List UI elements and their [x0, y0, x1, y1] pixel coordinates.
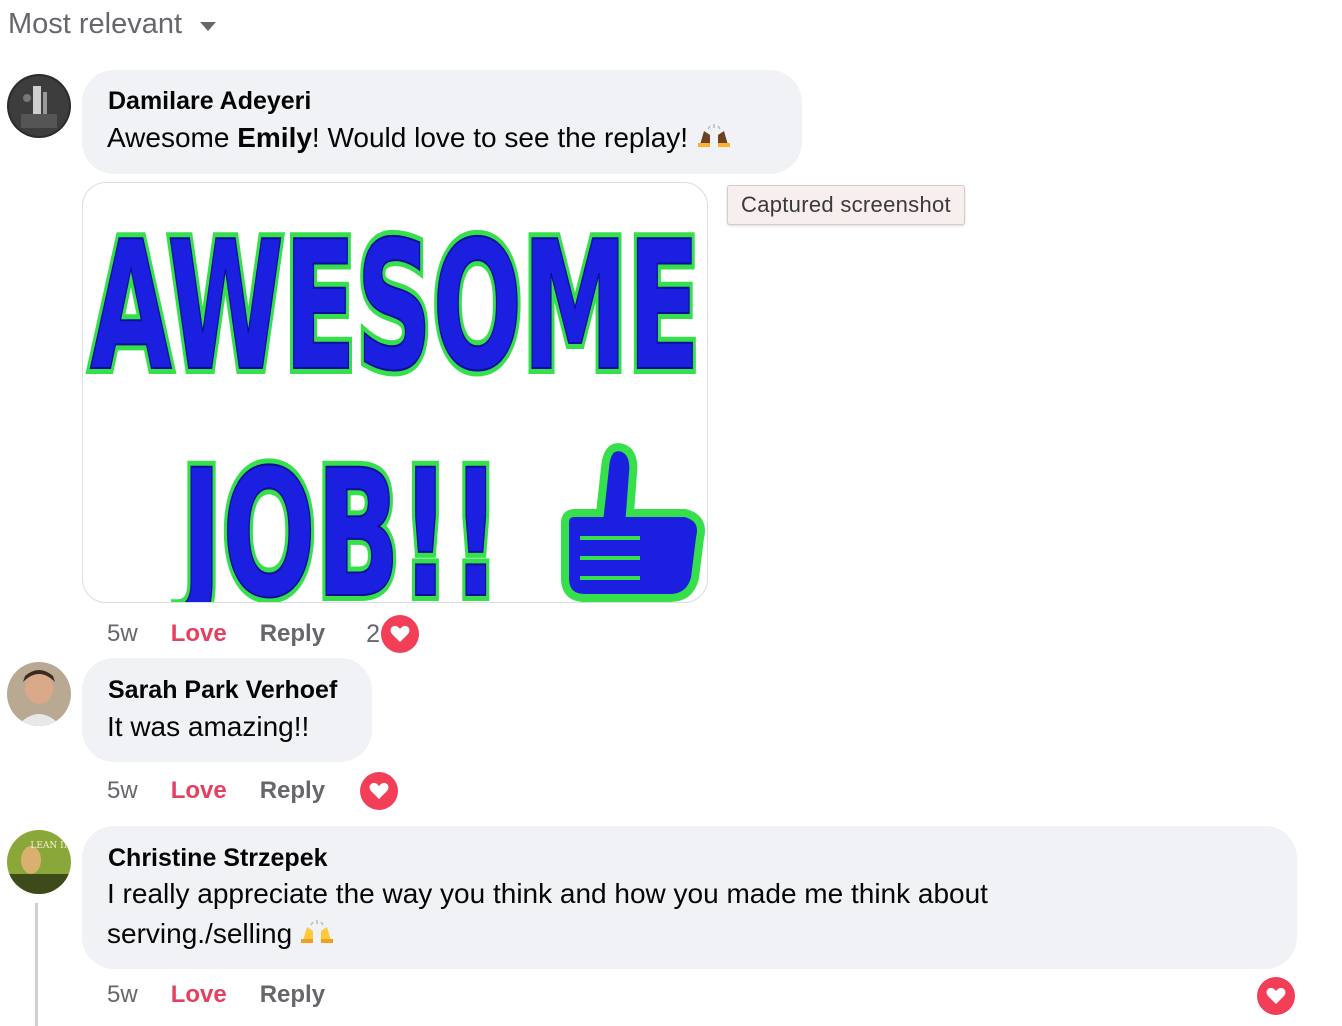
comment-bubble: Christine Strzepek I really appreciate t… — [82, 826, 1297, 969]
svg-text:AWESOME: AWESOME — [90, 203, 700, 410]
thread-line — [35, 903, 38, 1026]
comment-text: It was amazing!! — [107, 711, 310, 742]
comment-author[interactable]: Damilare Adeyeri — [108, 87, 311, 116]
comment-bubble: Damilare Adeyeri Awesome Emily! Would lo… — [82, 70, 802, 174]
thumbs-up-icon — [561, 443, 705, 602]
avatar[interactable]: LEAN IN — [7, 830, 71, 894]
avatar-text: LEAN IN — [30, 841, 71, 851]
love-button[interactable]: Love — [171, 777, 227, 805]
comment-actions: 5w Love Reply — [107, 772, 399, 810]
love-button[interactable]: Love — [171, 620, 227, 648]
comment-actions: 5w Love Reply 2 — [107, 615, 419, 653]
raised-hands-dark-emoji — [696, 120, 732, 160]
comment-author[interactable]: Christine Strzepek — [108, 844, 328, 873]
chevron-down-icon — [200, 22, 217, 31]
comment-bubble: Sarah Park Verhoef It was amazing!! — [82, 658, 372, 762]
comment-text: I really appreciate the way you think an… — [107, 878, 988, 909]
svg-text:JOB!!: JOB!! — [175, 432, 501, 602]
reply-button[interactable]: Reply — [260, 777, 325, 805]
comment-timestamp[interactable]: 5w — [107, 981, 138, 1009]
sort-dropdown[interactable]: Most relevant — [8, 8, 217, 41]
comment-actions: 5w Love Reply — [107, 981, 325, 1009]
raised-hands-emoji — [300, 916, 334, 956]
comment-timestamp[interactable]: 5w — [107, 620, 138, 648]
reaction-count[interactable]: 2 — [366, 620, 380, 649]
mention-link[interactable]: Emily — [237, 122, 312, 153]
gif-attachment[interactable]: AWESOME AWESOME JOB!! JOB!! — [82, 182, 708, 603]
comment-timestamp[interactable]: 5w — [107, 777, 138, 805]
reply-button[interactable]: Reply — [260, 620, 325, 648]
sort-label: Most relevant — [8, 8, 183, 40]
tooltip: Captured screenshot — [727, 185, 965, 225]
comment-text: Awesome Emily! Would love to see the rep… — [107, 118, 732, 160]
heart-icon[interactable] — [380, 615, 419, 653]
love-button[interactable]: Love — [171, 981, 227, 1009]
comment-author[interactable]: Sarah Park Verhoef — [108, 676, 337, 705]
avatar[interactable] — [7, 74, 71, 138]
heart-icon[interactable] — [1257, 977, 1295, 1015]
comment-text: serving./selling — [107, 914, 334, 956]
avatar[interactable] — [7, 662, 71, 726]
reply-button[interactable]: Reply — [260, 981, 325, 1009]
heart-icon[interactable] — [360, 772, 399, 810]
